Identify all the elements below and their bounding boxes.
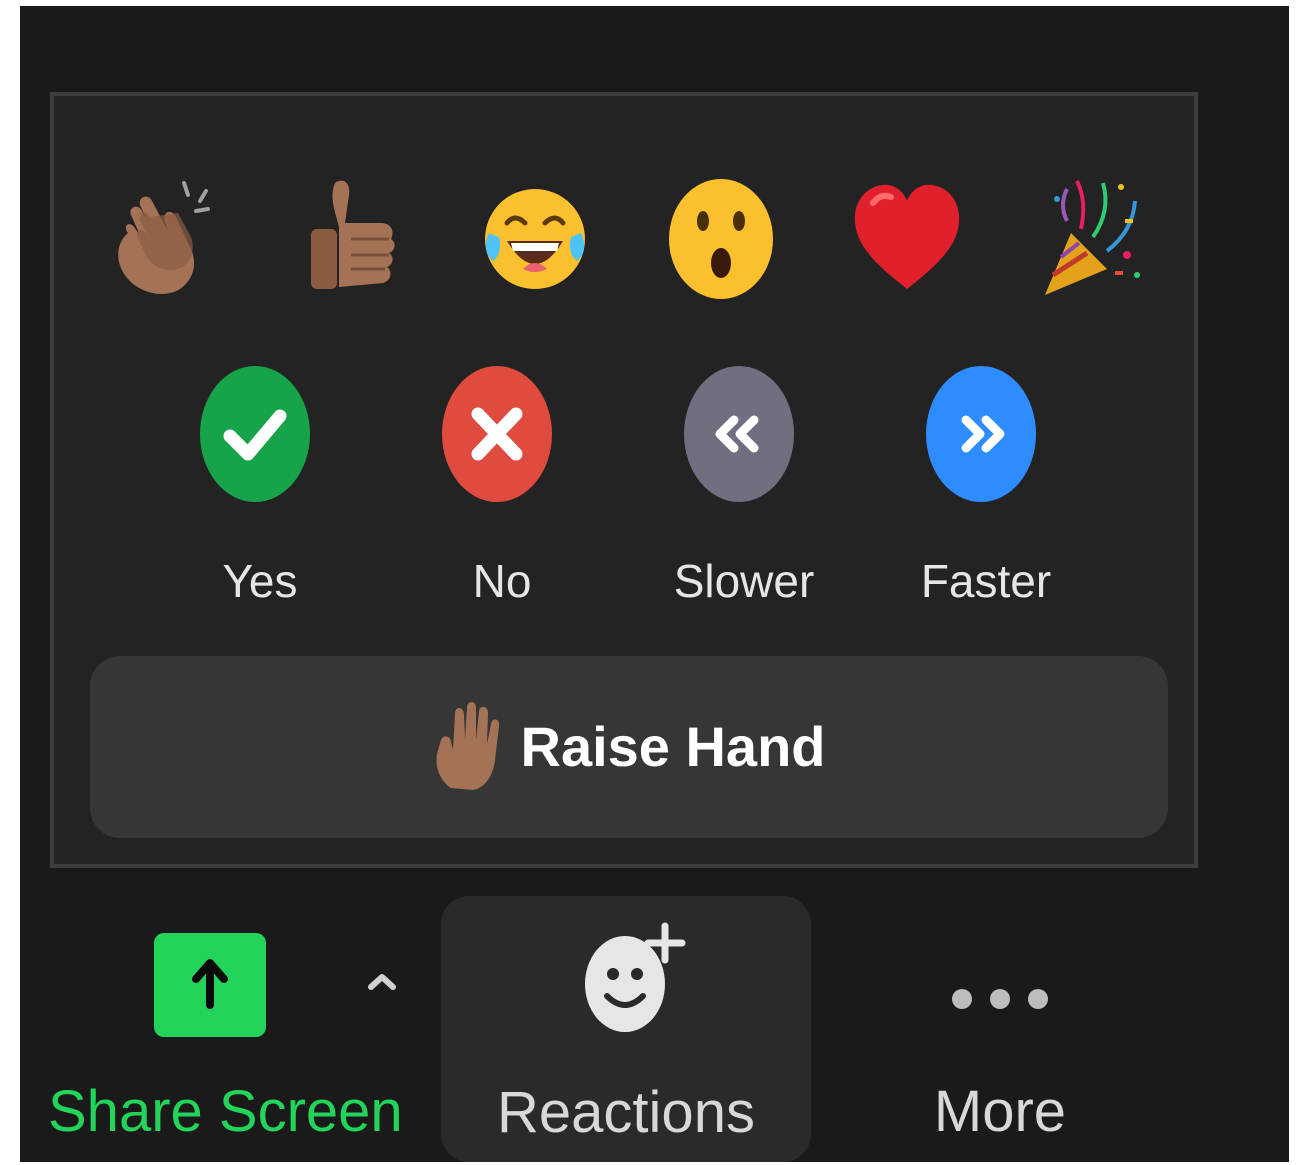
- arrow-up-icon: [188, 955, 232, 1016]
- reactions-button[interactable]: Reactions: [441, 896, 811, 1162]
- thumbs-up-icon: [299, 171, 399, 301]
- more-button[interactable]: More: [880, 899, 1120, 1162]
- raise-hand-button[interactable]: Raise Hand: [90, 656, 1168, 838]
- x-icon: [442, 365, 552, 507]
- share-screen-button[interactable]: [154, 933, 266, 1037]
- share-screen-options-button[interactable]: [360, 963, 404, 1003]
- party-popper-icon: [1037, 171, 1149, 301]
- raise-hand-label: Raise Hand: [520, 715, 826, 778]
- slower-label: Slower: [673, 555, 815, 607]
- slower-button[interactable]: [684, 365, 794, 507]
- slower-icon: [684, 365, 794, 507]
- zoom-window: Yes No Slower Faster Raise Hand Share Sc…: [20, 6, 1289, 1162]
- faster-button[interactable]: [926, 365, 1036, 507]
- faster-label: Faster: [920, 555, 1052, 607]
- share-screen-group: Share Screen: [30, 899, 410, 1162]
- more-label: More: [933, 1079, 1067, 1144]
- yes-button[interactable]: [200, 365, 310, 507]
- heart-icon: [851, 171, 963, 301]
- reactions-panel: Yes No Slower Faster Raise Hand: [50, 92, 1198, 868]
- heart-reaction-button[interactable]: [852, 171, 962, 301]
- chevron-up-icon: [367, 971, 397, 996]
- check-icon: [200, 365, 310, 507]
- more-dots-icon: [950, 987, 1050, 1016]
- surprised-reaction-button[interactable]: [666, 171, 776, 301]
- no-button[interactable]: [442, 365, 552, 507]
- share-screen-label: Share Screen: [48, 1079, 403, 1144]
- smiley-plus-icon: [581, 916, 691, 1041]
- raised-hand-icon: [433, 700, 503, 795]
- yes-label: Yes: [222, 555, 298, 607]
- thumbs-up-reaction-button[interactable]: [294, 171, 404, 301]
- no-label: No: [472, 555, 532, 607]
- clap-reaction-button[interactable]: [106, 171, 216, 301]
- faster-icon: [926, 365, 1036, 507]
- clapping-hands-icon: [106, 171, 216, 301]
- celebrate-reaction-button[interactable]: [1038, 171, 1148, 301]
- tears-of-joy-icon: [479, 171, 591, 301]
- laugh-reaction-button[interactable]: [480, 171, 590, 301]
- reactions-label: Reactions: [497, 1080, 755, 1145]
- open-mouth-icon: [665, 171, 777, 301]
